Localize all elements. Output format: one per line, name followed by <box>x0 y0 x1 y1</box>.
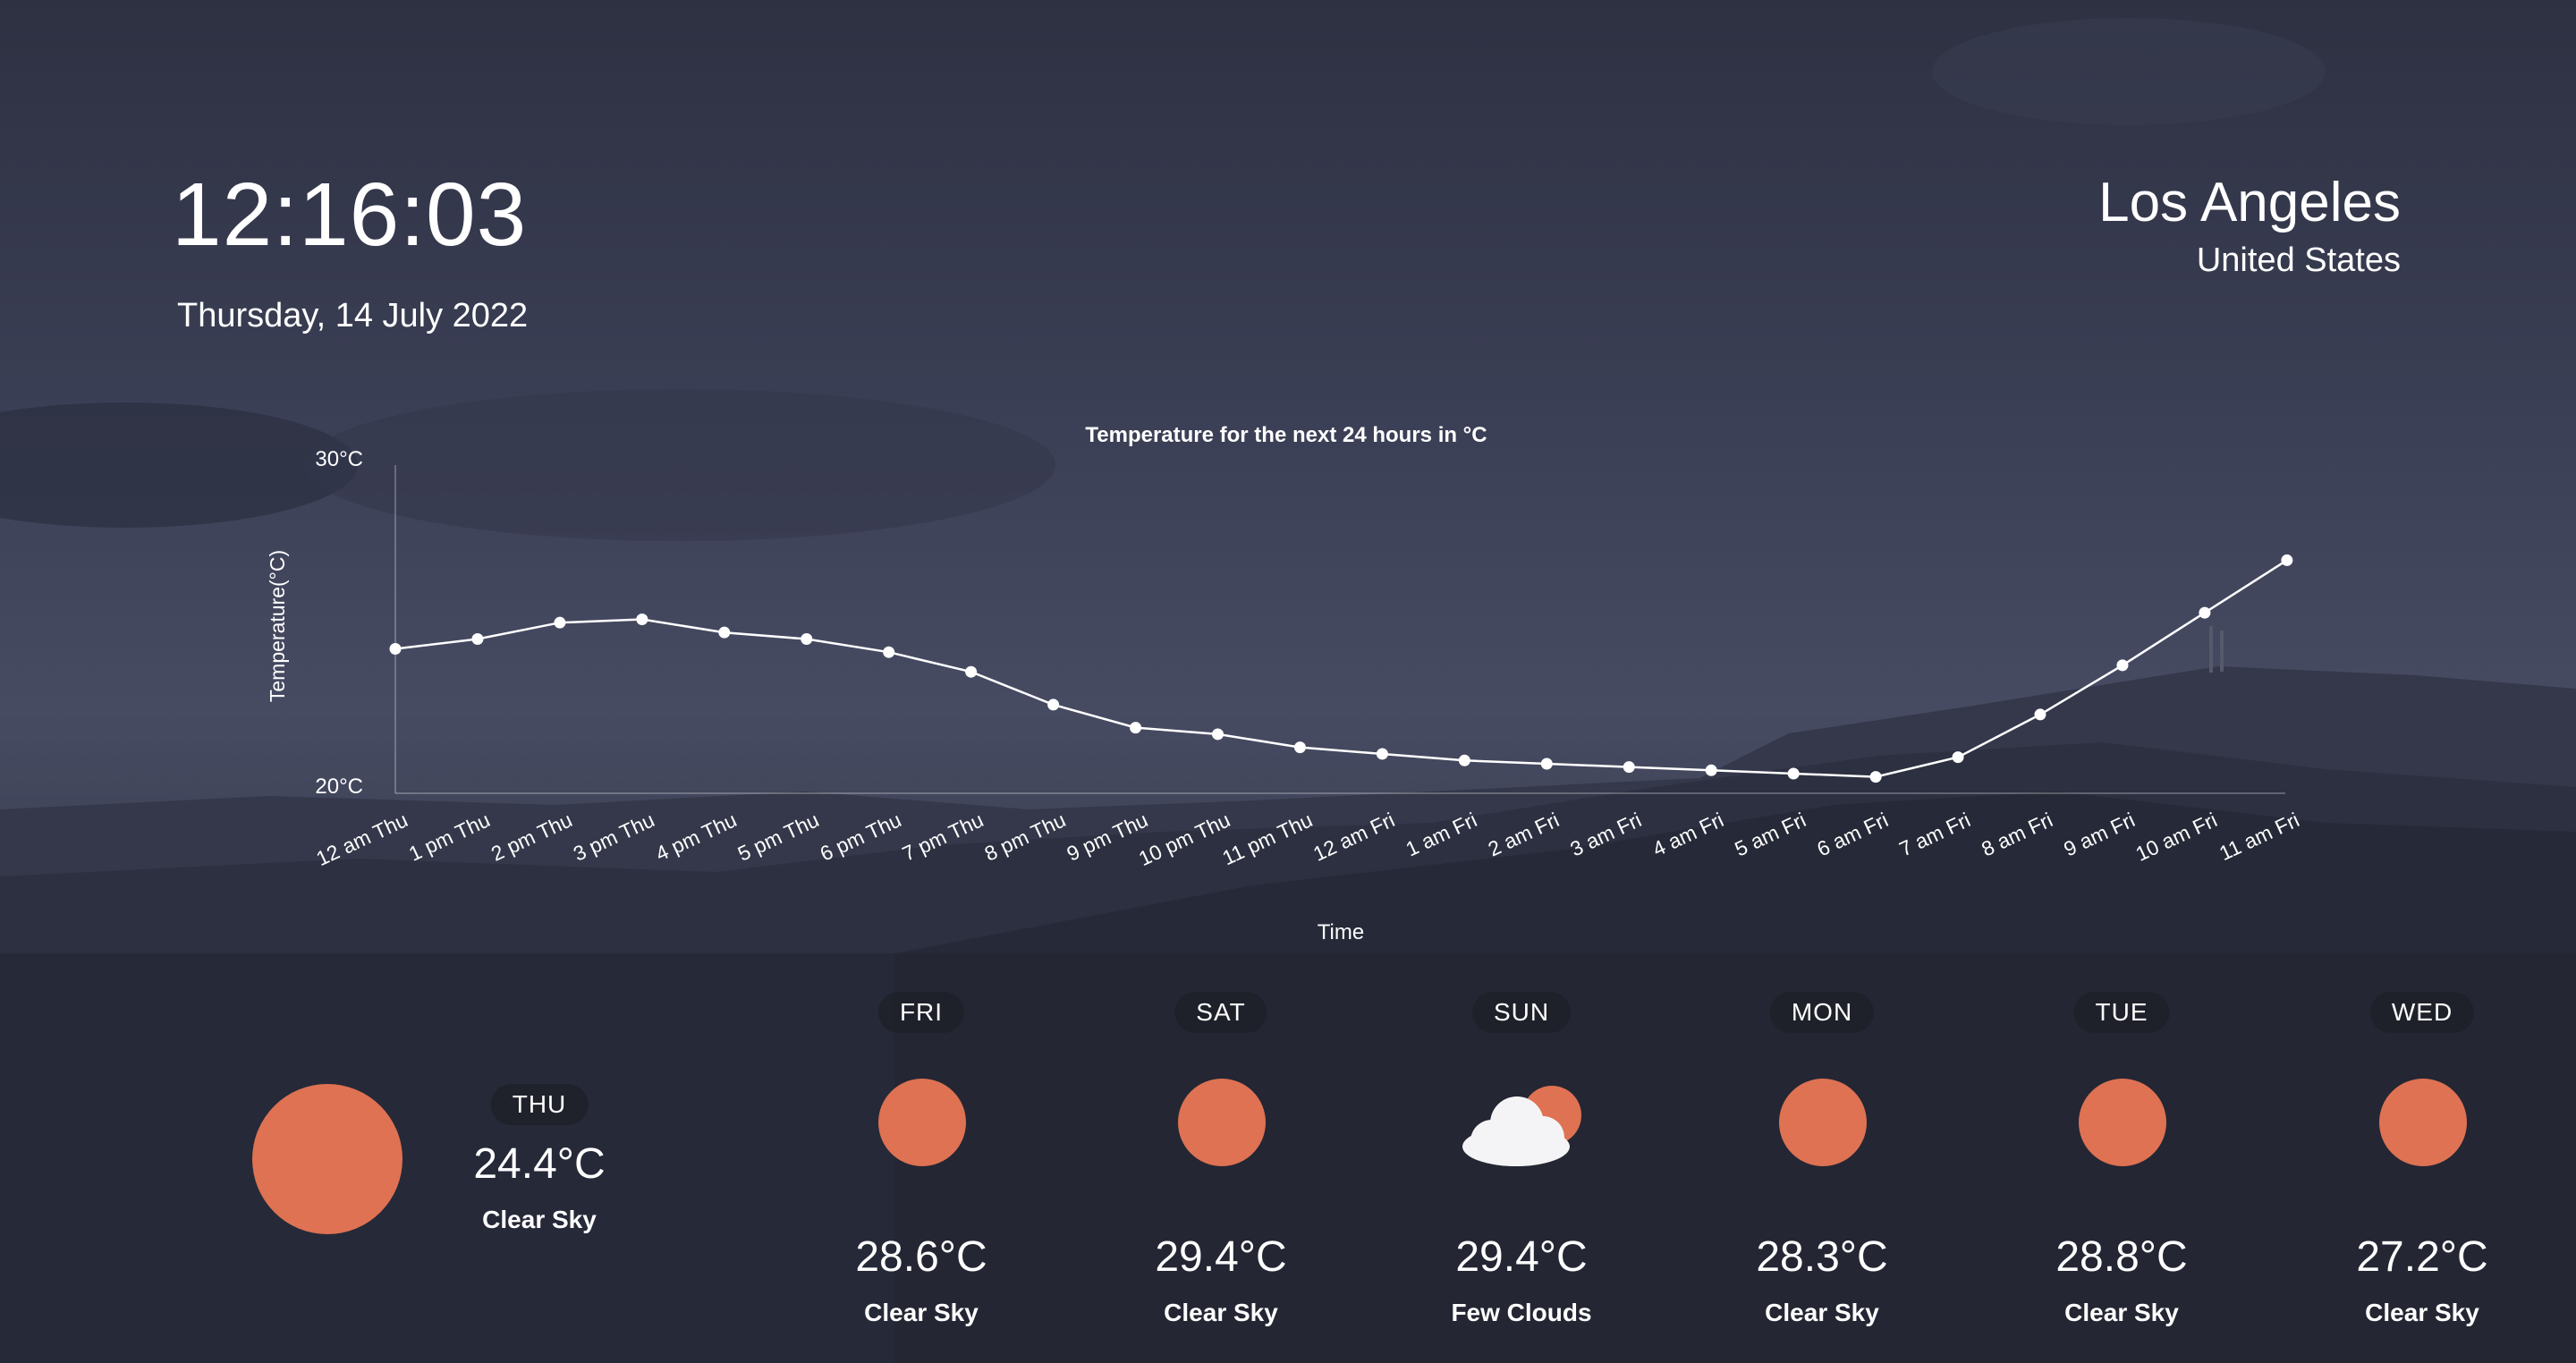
forecast-description: Clear Sky <box>2064 1299 2179 1326</box>
x-tick-label: 6 pm Thu <box>817 808 905 865</box>
x-tick-label: 5 am Fri <box>1731 808 1809 860</box>
forecast-temp: 28.6°C <box>855 1233 987 1281</box>
data-point <box>1623 761 1635 774</box>
x-tick-label: 3 pm Thu <box>570 808 658 865</box>
y-axis-label: Temperature(°C) <box>266 550 289 702</box>
forecast-temp: 28.3°C <box>1756 1233 1888 1281</box>
data-point <box>389 643 402 656</box>
data-points <box>389 554 2293 783</box>
sun-icon <box>2379 1079 2467 1166</box>
current-time: 12:16:03 <box>172 165 528 265</box>
sun-icon <box>1779 1079 1867 1166</box>
x-tick-label: 11 pm Thu <box>1218 808 1316 869</box>
data-point <box>1787 767 1800 780</box>
data-point <box>965 665 978 678</box>
current-date: Thursday, 14 July 2022 <box>177 297 529 334</box>
current-day-pill: THU <box>490 1084 589 1125</box>
y-tick-label-top: 30°C <box>315 447 363 471</box>
x-tick-label: 1 am Fri <box>1402 808 1480 860</box>
data-point <box>2034 708 2046 721</box>
sun-icon <box>1178 1079 1266 1166</box>
y-tick-label-bottom: 20°C <box>315 775 363 799</box>
data-point <box>1458 754 1470 766</box>
x-tick-label: 7 am Fri <box>1895 808 1973 860</box>
data-point <box>1130 722 1142 734</box>
temperature-chart: Temperature for the next 24 hours in °C … <box>266 423 2303 944</box>
data-point <box>1869 771 1882 783</box>
data-point <box>471 633 484 646</box>
forecast-temp: 28.8°C <box>2055 1233 2188 1281</box>
data-point <box>1952 751 1964 764</box>
forecast-day-label: SAT <box>1174 992 1267 1033</box>
cloud-icon <box>1462 1096 1570 1166</box>
sun-icon <box>2079 1079 2166 1166</box>
country-name: United States <box>2196 241 2401 279</box>
data-point <box>801 633 813 646</box>
x-tick-label: 4 pm Thu <box>652 808 741 865</box>
forecast-description: Few Clouds <box>1451 1299 1592 1326</box>
data-point <box>718 626 731 639</box>
forecast-description: Clear Sky <box>864 1299 979 1326</box>
data-point <box>1540 758 1553 770</box>
data-point <box>2199 606 2211 619</box>
forecast-day-label: MON <box>1769 992 1875 1033</box>
x-tick-label: 7 pm Thu <box>899 808 987 865</box>
forecast-description: Clear Sky <box>1164 1299 1278 1326</box>
x-tick-label: 12 am Fri <box>1309 808 1398 866</box>
x-tick-label: 8 am Fri <box>1978 808 2055 860</box>
weather-app: 12:16:03 Thursday, 14 July 2022 Los Ange… <box>0 0 2576 1363</box>
forecast-panel: THU 24.4°C Clear Sky FRI 28.6°C Clear Sk… <box>0 953 2576 1363</box>
forecast-temp: 29.4°C <box>1155 1233 1287 1281</box>
forecast-day-label: WED <box>2369 992 2475 1033</box>
x-tick-label: 10 am Fri <box>2132 808 2221 866</box>
x-tick-label: 5 pm Thu <box>734 808 823 865</box>
forecast-temp: 29.4°C <box>1455 1233 1588 1281</box>
x-tick-label: 11 am Fri <box>2216 808 2302 865</box>
data-point <box>1047 698 1060 711</box>
x-tick-label: 6 am Fri <box>1813 808 1891 860</box>
forecast-description: Clear Sky <box>1765 1299 1879 1326</box>
forecast-temp: 27.2°C <box>2356 1233 2488 1281</box>
current-sun-icon <box>252 1084 402 1234</box>
data-point <box>554 616 566 629</box>
data-point <box>1705 764 1717 776</box>
location-block: Los Angeles United States <box>2098 172 2401 279</box>
x-tick-label: 2 am Fri <box>1485 808 1563 860</box>
data-point <box>2116 659 2129 672</box>
data-point <box>636 613 648 625</box>
temperature-series-line <box>394 559 2288 778</box>
forecast-day-label: SUN <box>1471 992 1572 1033</box>
x-tick-label: 8 pm Thu <box>981 808 1070 865</box>
x-tick-label: 3 am Fri <box>1567 808 1645 860</box>
sun-icon <box>878 1079 966 1166</box>
data-point <box>1376 748 1388 760</box>
x-tick-labels: 12 am Thu1 pm Thu2 pm Thu3 pm Thu4 pm Th… <box>312 808 2302 870</box>
x-axis-label: Time <box>1318 920 1364 944</box>
forecast-day-label: FRI <box>877 992 965 1033</box>
x-tick-label: 10 pm Thu <box>1135 808 1233 870</box>
city-name: Los Angeles <box>2098 172 2401 233</box>
forecast-description: Clear Sky <box>2365 1299 2479 1326</box>
data-point <box>1293 741 1306 754</box>
x-tick-label: 12 am Thu <box>312 808 411 870</box>
x-tick-label: 9 am Fri <box>2060 808 2138 860</box>
chart-title: Temperature for the next 24 hours in °C <box>1085 423 1487 447</box>
data-point <box>883 646 895 658</box>
x-tick-label: 1 pm Thu <box>405 808 494 865</box>
x-tick-label: 4 am Fri <box>1648 808 1726 860</box>
data-point <box>2281 554 2293 566</box>
current-description: Clear Sky <box>482 1206 597 1233</box>
current-temp: 24.4°C <box>473 1140 606 1188</box>
x-tick-label: 2 pm Thu <box>487 808 576 865</box>
data-point <box>1212 728 1224 741</box>
forecast-day-label: TUE <box>2073 992 2170 1033</box>
